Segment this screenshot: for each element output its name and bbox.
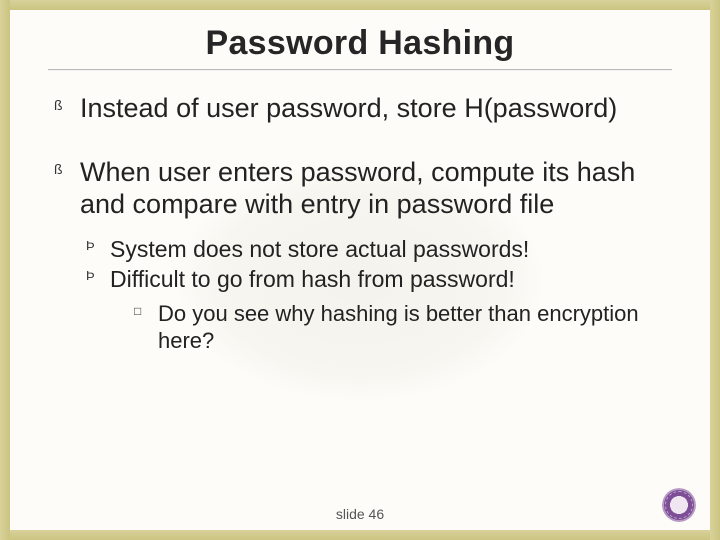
- slide-content: Password Hashing Instead of user passwor…: [10, 10, 710, 530]
- bullet-text: System does not store actual passwords!: [110, 236, 529, 262]
- university-seal-icon: [662, 488, 696, 522]
- slide-title: Password Hashing: [52, 24, 668, 63]
- frame-border-top: [0, 0, 720, 10]
- bullet-subsublist: Do you see why hashing is better than en…: [110, 301, 668, 355]
- list-item: Instead of user password, store H(passwo…: [52, 93, 668, 125]
- title-divider: [48, 69, 672, 71]
- frame-border-left: [0, 0, 10, 540]
- list-item: Do you see why hashing is better than en…: [110, 301, 668, 355]
- frame-border-bottom: [0, 530, 720, 540]
- bullet-list: Instead of user password, store H(passwo…: [52, 93, 668, 354]
- bullet-text: Difficult to go from hash from password!: [110, 266, 515, 292]
- bullet-text: Do you see why hashing is better than en…: [158, 301, 639, 353]
- bullet-text: When user enters password, compute its h…: [80, 157, 635, 219]
- bullet-sublist: System does not store actual passwords! …: [80, 235, 668, 355]
- list-item: When user enters password, compute its h…: [52, 157, 668, 354]
- frame-border-right: [710, 0, 720, 540]
- slide-number: slide 46: [0, 506, 720, 522]
- bullet-text: Instead of user password, store H(passwo…: [80, 93, 617, 123]
- list-item: System does not store actual passwords!: [80, 235, 668, 263]
- list-item: Difficult to go from hash from password!…: [80, 265, 668, 355]
